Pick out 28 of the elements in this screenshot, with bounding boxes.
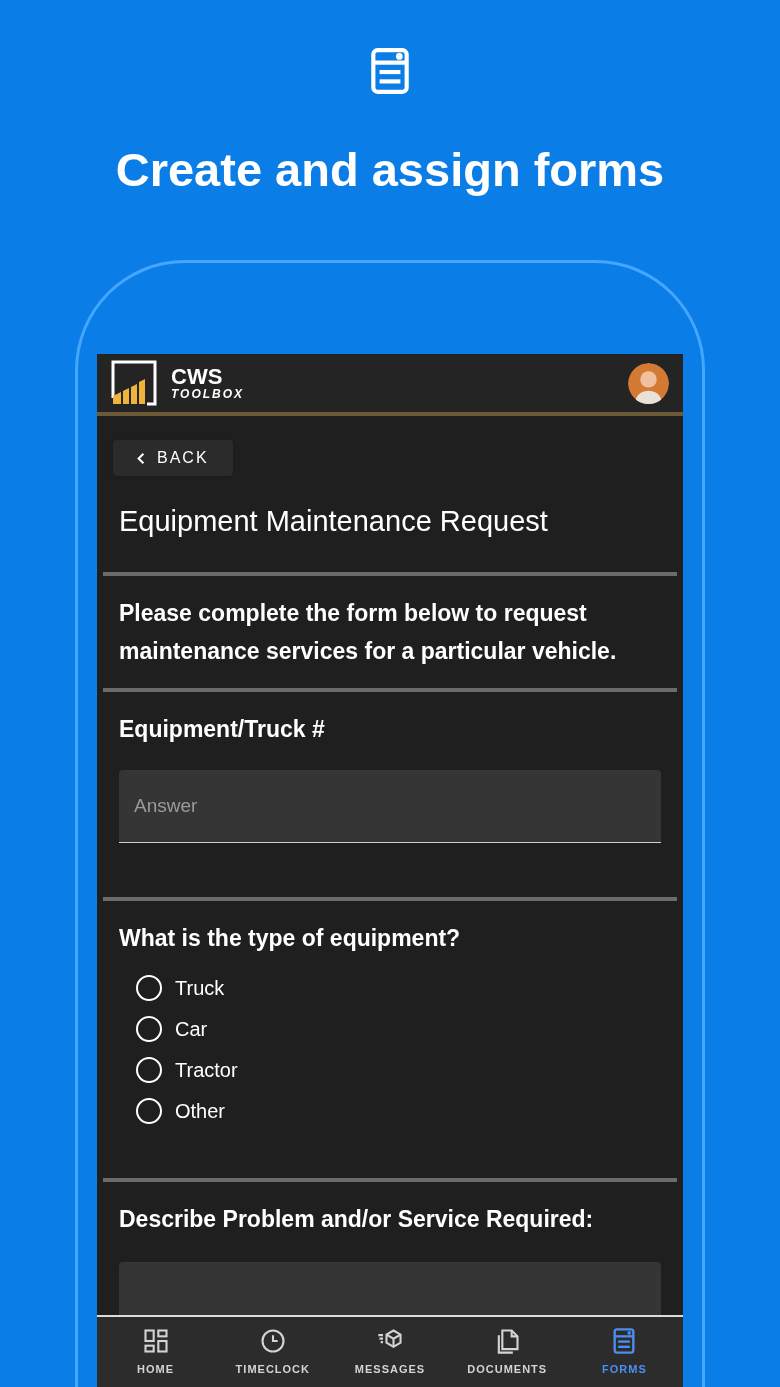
- answer-field[interactable]: Answer: [119, 770, 661, 843]
- question-label: Equipment/Truck #: [119, 714, 326, 744]
- option-label: Tractor: [175, 1058, 238, 1083]
- answer-field[interactable]: [119, 1262, 661, 1315]
- nav-tab[interactable]: MESSAGES: [331, 1317, 449, 1387]
- avatar[interactable]: [628, 362, 669, 404]
- radio-button[interactable]: [136, 1098, 162, 1124]
- nav-tab[interactable]: TIMECLOCK: [214, 1317, 332, 1387]
- clock-icon: [258, 1326, 287, 1355]
- option-label: Other: [175, 1099, 226, 1124]
- nav-tab[interactable]: HOME: [97, 1317, 215, 1387]
- nav-tab[interactable]: FORMS: [565, 1317, 683, 1387]
- radio-button[interactable]: [136, 975, 162, 1001]
- logo-subtitle: TOOLBOX: [171, 388, 245, 400]
- logo-title: CWS: [171, 366, 224, 388]
- chevron-left-icon: [137, 451, 145, 465]
- question-label: Describe Problem and/or Service Required:: [119, 1204, 595, 1234]
- radio-button[interactable]: [136, 1057, 162, 1083]
- nav-tab[interactable]: DOCUMENTS: [448, 1317, 566, 1387]
- dashboard-icon: [141, 1326, 170, 1355]
- option-label: Truck: [175, 976, 225, 1001]
- form-description: Please complete the form below to request maintenance services for a particular vehicle.: [118, 598, 618, 666]
- back-button[interactable]: BACK: [113, 440, 233, 476]
- form-title: Equipment Maintenance Request: [118, 504, 549, 539]
- radio-button[interactable]: [136, 1016, 162, 1042]
- question-label: What is the type of equipment?: [119, 924, 462, 953]
- option-label: Car: [175, 1017, 208, 1042]
- logo-icon: [111, 360, 157, 406]
